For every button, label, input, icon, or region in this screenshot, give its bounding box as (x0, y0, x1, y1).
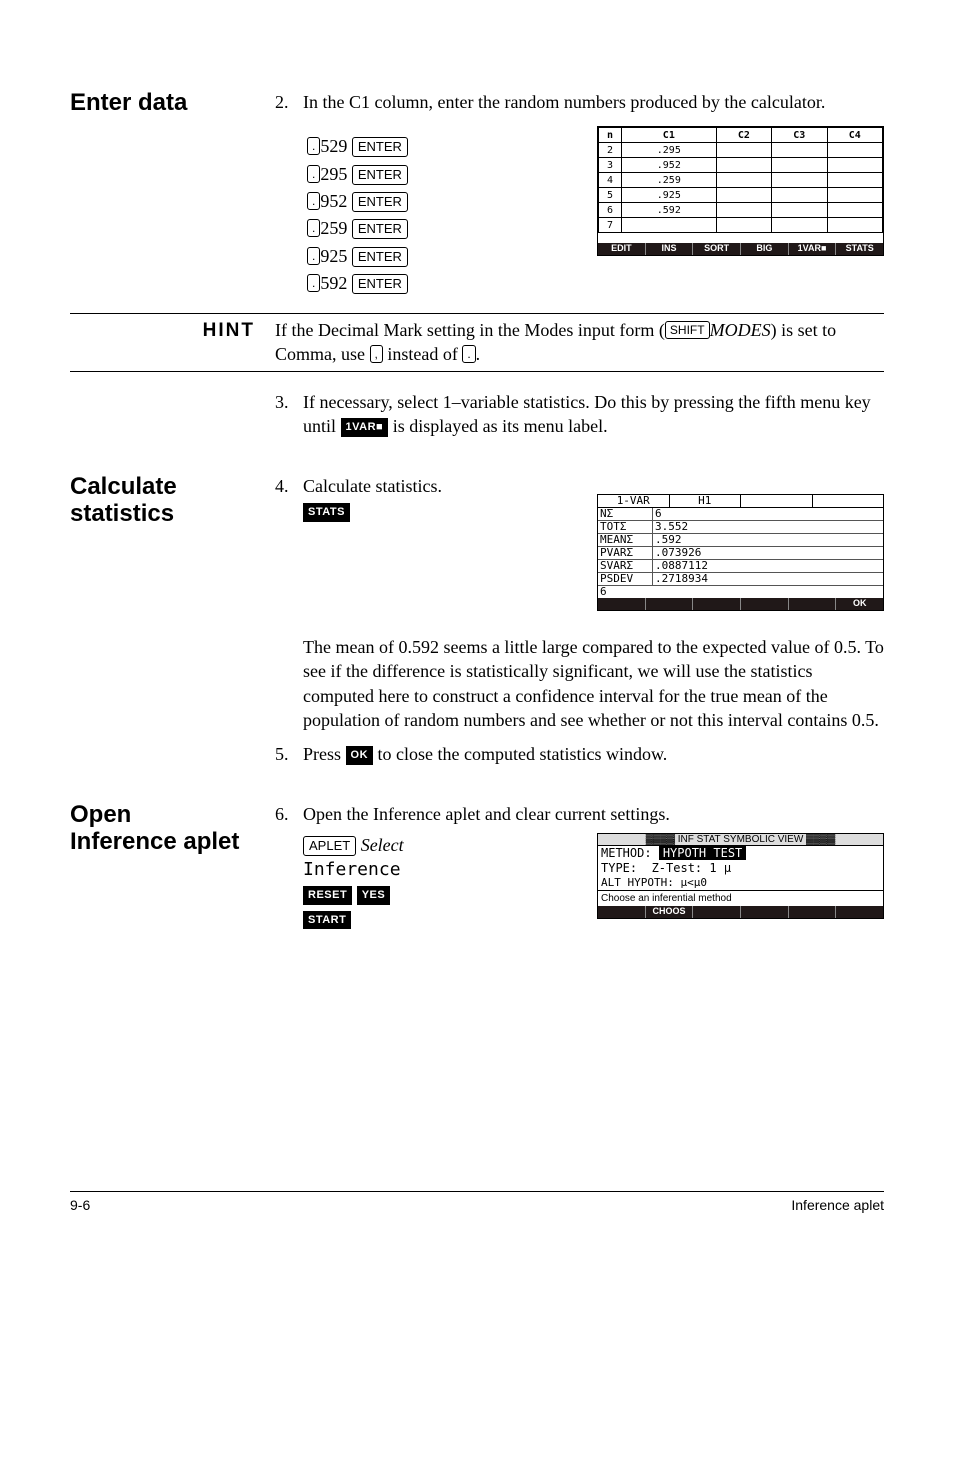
calculator-screen-data: n C1 C2 C3 C4 2.295 3.952 4.259 5.925 6.… (597, 126, 884, 256)
calculator-screen-inference: ▓▓▓▓ INF STAT SYMBOLIC VIEW ▓▓▓▓ METHOD:… (597, 833, 884, 919)
step-paragraph: The mean of 0.592 seems a little large c… (303, 635, 884, 732)
footer-title: Inference aplet (791, 1196, 884, 1215)
step-number: 4. (275, 474, 303, 498)
section-heading-calc-stats: Calculate statistics (70, 474, 275, 527)
step-number: 5. (275, 742, 303, 766)
step-number: 6. (275, 802, 303, 826)
hint-label: HINT (70, 318, 275, 367)
calculator-screen-stats: 1-VAR H1 NΣ6 TOTΣ3.552 MEANΣ.592 PVARΣ.0… (597, 494, 884, 612)
section-heading-enter-data: Enter data (70, 90, 275, 116)
step-text: In the C1 column, enter the random numbe… (303, 90, 884, 114)
section-heading-open-inference: Open Inference aplet (70, 802, 275, 855)
step-number: 3. (275, 390, 303, 414)
step-text: If necessary, select 1–variable statisti… (303, 390, 884, 439)
step-number: 2. (275, 90, 303, 114)
soft-key-stats: STATS (303, 503, 350, 522)
hint-box: HINT If the Decimal Mark setting in the … (70, 313, 884, 372)
page-footer: 9-6 Inference aplet (70, 1191, 884, 1215)
step-text: Open the Inference aplet and clear curre… (303, 802, 884, 826)
page-number: 9-6 (70, 1196, 90, 1215)
step-text: Calculate statistics. (303, 476, 442, 496)
step-text: Press OK to close the computed statistic… (303, 742, 884, 766)
